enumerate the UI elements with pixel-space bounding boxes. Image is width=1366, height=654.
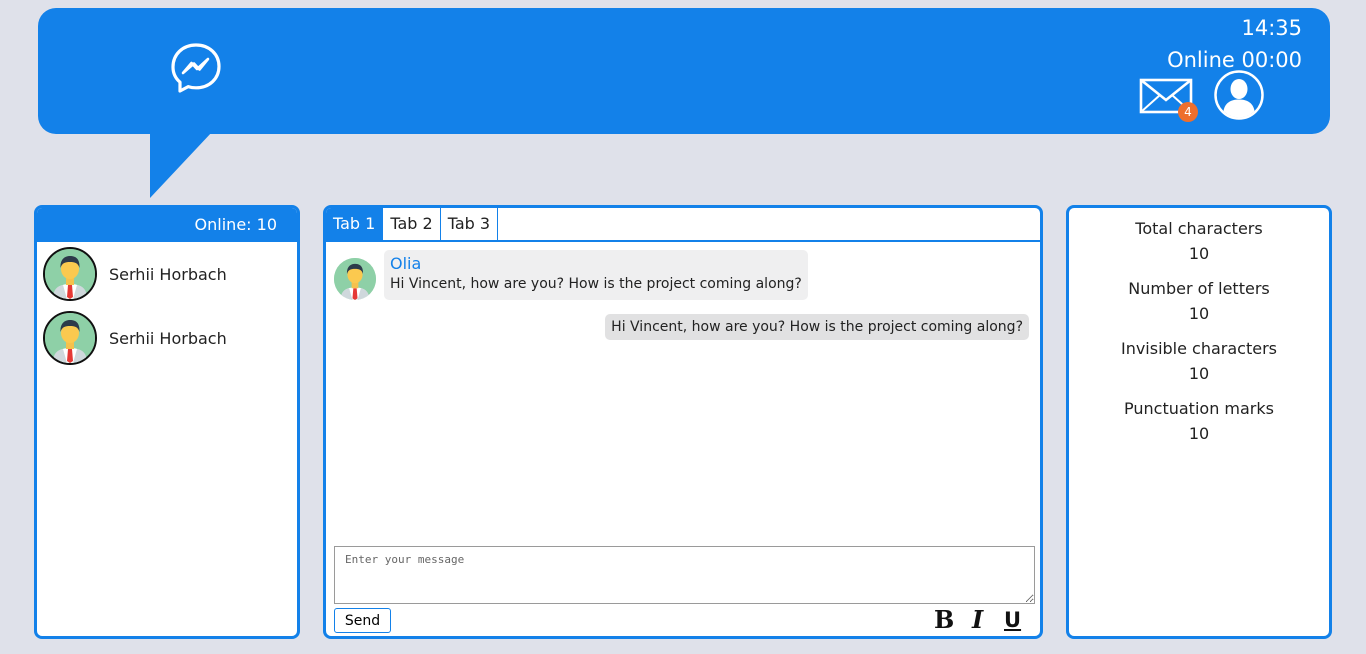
person-icon xyxy=(334,258,376,300)
contacts-panel: Online: 10 Serhii Horbach Serhii Horbach xyxy=(34,205,300,639)
person-icon xyxy=(45,249,95,299)
underline-button[interactable]: U xyxy=(1004,606,1021,634)
stat-value: 10 xyxy=(1188,364,1210,383)
italic-button[interactable]: I xyxy=(972,606,983,634)
stat-value: 10 xyxy=(1188,244,1210,263)
chat-tabs: Tab 1 Tab 2 Tab 3 xyxy=(326,208,1040,242)
online-count: Online: 10 xyxy=(37,208,297,242)
online-timer: Online 00:00 xyxy=(1167,48,1302,72)
contact-item[interactable]: Serhii Horbach xyxy=(37,242,297,306)
contact-avatar xyxy=(43,247,97,301)
chat-panel: Tab 1 Tab 2 Tab 3 Olia Hi Vincent, how a… xyxy=(323,205,1043,639)
person-icon xyxy=(45,313,95,363)
message-list: Olia Hi Vincent, how are you? How is the… xyxy=(326,242,1040,542)
stat-label: Total characters xyxy=(1135,219,1263,238)
stat-total-characters: Total characters 10 xyxy=(1069,218,1329,278)
message-text: Hi Vincent, how are you? How is the proj… xyxy=(390,276,802,292)
clock: 14:35 xyxy=(1241,16,1302,40)
contact-name: Serhii Horbach xyxy=(109,328,227,348)
contact-name: Serhii Horbach xyxy=(109,264,227,284)
tab-3[interactable]: Tab 3 xyxy=(441,208,499,240)
sender-name: Olia xyxy=(390,254,422,273)
contact-item[interactable]: Serhii Horbach xyxy=(37,306,297,370)
messenger-icon xyxy=(171,43,221,93)
incoming-bubble: Olia Hi Vincent, how are you? How is the… xyxy=(384,250,808,300)
incoming-message: Olia Hi Vincent, how are you? How is the… xyxy=(334,250,808,300)
stat-punctuation-marks: Punctuation marks 10 xyxy=(1069,398,1329,458)
stat-number-of-letters: Number of letters 10 xyxy=(1069,278,1329,338)
message-input[interactable] xyxy=(334,546,1035,604)
stat-value: 10 xyxy=(1188,424,1210,443)
tab-1[interactable]: Tab 1 xyxy=(326,208,384,240)
header-speech-tail xyxy=(150,132,212,198)
outgoing-message: Hi Vincent, how are you? How is the proj… xyxy=(605,314,1029,340)
stats-panel: Total characters 10 Number of letters 10… xyxy=(1066,205,1332,639)
unread-badge: 4 xyxy=(1178,102,1198,122)
tab-2[interactable]: Tab 2 xyxy=(383,208,441,240)
bold-button[interactable]: B xyxy=(934,606,954,634)
stats-list: Total characters 10 Number of letters 10… xyxy=(1069,208,1329,458)
stat-label: Number of letters xyxy=(1128,279,1270,298)
user-avatar-icon[interactable] xyxy=(1214,70,1264,120)
app-header: 14:35 Online 00:00 xyxy=(38,8,1330,134)
stat-invisible-characters: Invisible characters 10 xyxy=(1069,338,1329,398)
stat-label: Punctuation marks xyxy=(1124,399,1274,418)
send-button[interactable]: Send xyxy=(334,608,391,633)
stat-label: Invisible characters xyxy=(1120,339,1278,358)
sender-avatar xyxy=(334,258,376,300)
stat-value: 10 xyxy=(1188,304,1210,323)
contact-avatar xyxy=(43,311,97,365)
